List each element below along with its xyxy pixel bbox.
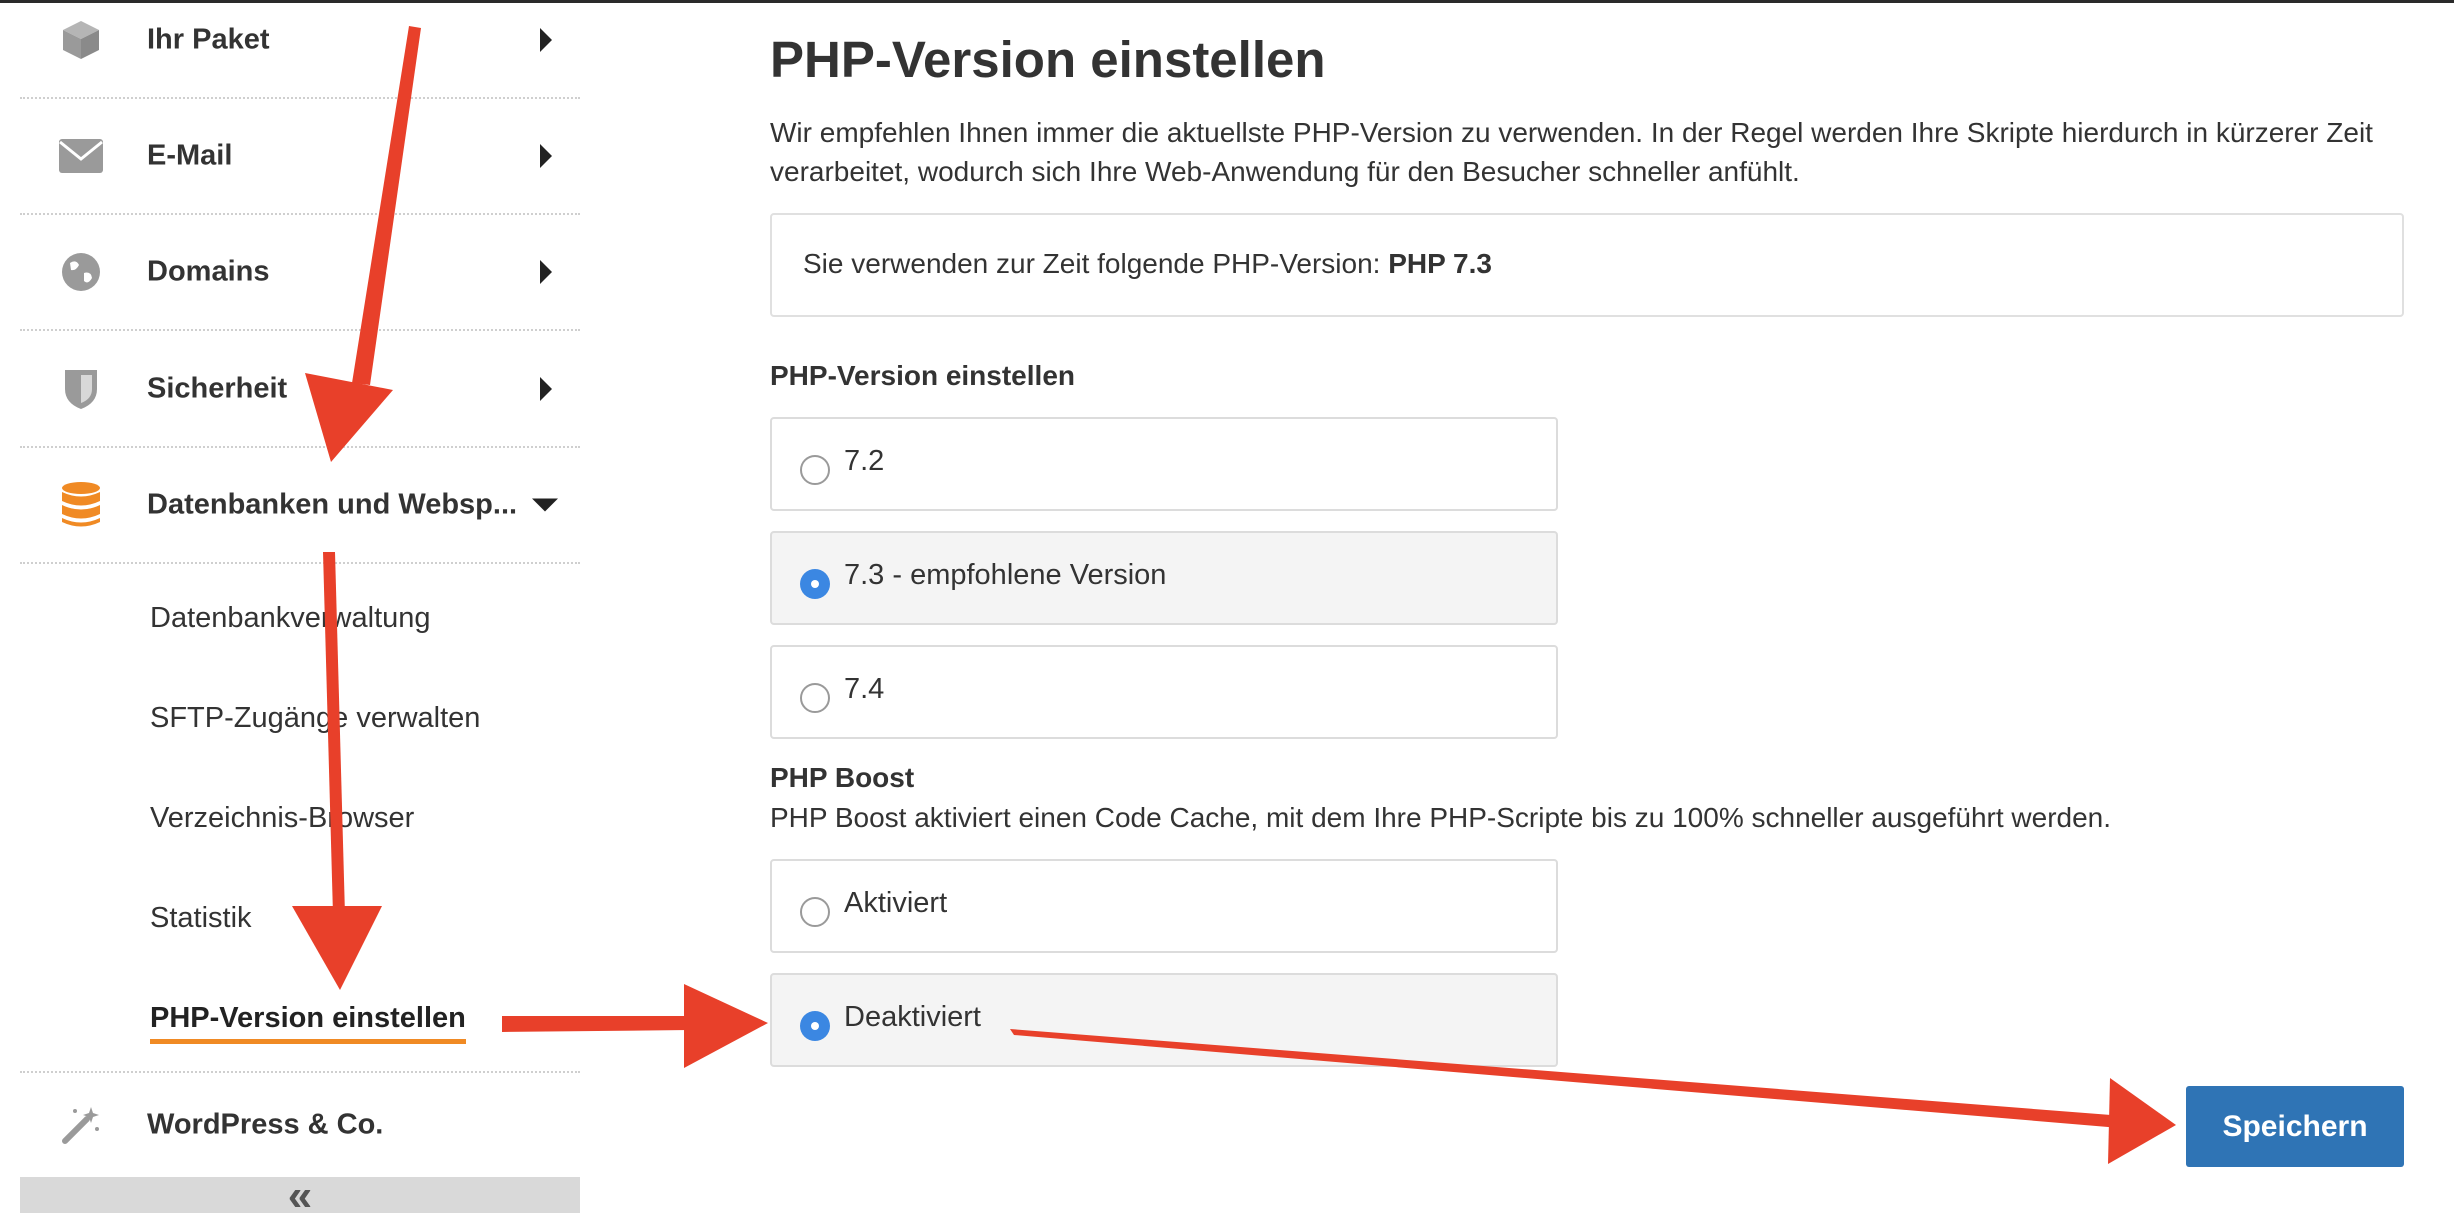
page-title: PHP-Version einstellen — [770, 31, 1326, 88]
sidebar-item-ihr-paket[interactable]: Ihr Paket — [20, 0, 580, 99]
sidebar-item-domains[interactable]: Domains — [20, 215, 580, 331]
envelope-icon — [56, 131, 106, 181]
sidebar-item-wordpress[interactable]: WordPress & Co. — [20, 1071, 580, 1177]
shield-icon — [56, 364, 106, 414]
radio-label: 7.2 — [844, 445, 885, 477]
radio-button[interactable] — [800, 897, 830, 927]
php-version-option-7-4[interactable]: 7.4 — [770, 645, 1558, 739]
sidebar-subitem-php-version[interactable]: PHP-Version einstellen — [150, 1002, 466, 1044]
globe-icon — [56, 247, 106, 297]
package-icon — [56, 15, 106, 65]
radio-label: Aktiviert — [844, 887, 948, 919]
php-version-option-7-2[interactable]: 7.2 — [770, 417, 1558, 511]
version-section-label: PHP-Version einstellen — [770, 360, 1075, 391]
sidebar-subitem-statistik[interactable]: Statistik — [150, 902, 252, 935]
current-version-prefix: Sie verwenden zur Zeit folgende PHP-Vers… — [803, 248, 1389, 279]
radio-label: 7.3 - empfohlene Version — [844, 559, 1167, 591]
sidebar-subitem-verzeichnis-browser[interactable]: Verzeichnis-Browser — [150, 802, 414, 835]
php-version-option-7-3[interactable]: 7.3 - empfohlene Version — [770, 531, 1558, 625]
save-button[interactable]: Speichern — [2186, 1086, 2404, 1167]
php-boost-description: PHP Boost aktiviert einen Code Cache, mi… — [770, 802, 2112, 833]
sidebar-subitem-datenbankverwaltung[interactable]: Datenbankverwaltung — [150, 602, 431, 635]
sidebar-item-label: Ihr Paket — [147, 23, 270, 56]
sidebar: Ihr Paket E-Mail Domains Sicherheit Date… — [20, 0, 580, 1213]
magic-wand-icon — [56, 1100, 106, 1150]
main-content: PHP-Version einstellen Wir empfehlen Ihn… — [770, 0, 2404, 1213]
chevron-right-icon — [540, 377, 552, 401]
chevron-right-icon — [540, 260, 552, 284]
php-boost-option-deaktiviert[interactable]: Deaktiviert — [770, 973, 1558, 1067]
database-icon — [56, 480, 106, 530]
sidebar-item-label: Domains — [147, 255, 270, 288]
current-version-value: PHP 7.3 — [1388, 248, 1492, 279]
radio-button[interactable] — [800, 1011, 830, 1041]
sidebar-item-email[interactable]: E-Mail — [20, 99, 580, 215]
intro-text: Wir empfehlen Ihnen immer die aktuellste… — [770, 117, 2373, 187]
chevron-right-icon — [540, 144, 552, 168]
php-boost-label: PHP Boost — [770, 762, 915, 793]
current-version-box: Sie verwenden zur Zeit folgende PHP-Vers… — [770, 213, 2404, 317]
annotation-arrow — [684, 984, 768, 1068]
chevron-right-icon — [540, 28, 552, 52]
sidebar-item-label: Datenbanken und Websp... — [147, 488, 518, 521]
sidebar-item-label: E-Mail — [147, 139, 233, 172]
sidebar-item-sicherheit[interactable]: Sicherheit — [20, 332, 580, 448]
chevron-down-icon — [532, 498, 558, 512]
php-boost-option-aktiviert[interactable]: Aktiviert — [770, 859, 1558, 953]
sidebar-item-label: WordPress & Co. — [147, 1108, 384, 1141]
radio-button[interactable] — [800, 569, 830, 599]
radio-label: Deaktiviert — [844, 1001, 981, 1033]
current-version-text: Sie verwenden zur Zeit folgende PHP-Vers… — [803, 248, 1492, 280]
radio-label: 7.4 — [844, 673, 885, 705]
sidebar-collapse-button[interactable]: « — [20, 1171, 580, 1213]
radio-button[interactable] — [800, 683, 830, 713]
double-chevron-left-icon: « — [287, 1171, 313, 1213]
sidebar-item-datenbanken[interactable]: Datenbanken und Websp... — [20, 448, 580, 564]
sidebar-item-label: Sicherheit — [147, 372, 288, 405]
sidebar-subitem-sftp[interactable]: SFTP-Zugänge verwalten — [150, 702, 480, 735]
radio-button[interactable] — [800, 455, 830, 485]
